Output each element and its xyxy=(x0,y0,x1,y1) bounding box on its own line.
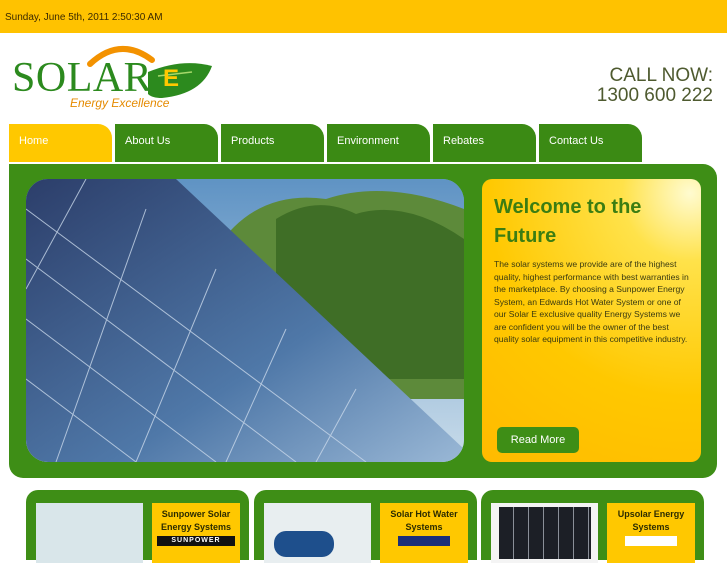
call-now[interactable]: CALL NOW: 1300 600 222 xyxy=(597,66,713,106)
product-card-hot-water[interactable]: Solar Hot Water Systems xyxy=(254,490,477,563)
nav-home[interactable]: Home xyxy=(9,124,112,162)
nav-products[interactable]: Products xyxy=(221,124,324,162)
product-label-text: Upsolar Energy Systems xyxy=(617,509,685,532)
product-label[interactable]: Sunpower Solar Energy Systems SUNPOWER xyxy=(152,503,240,563)
logo-letter: E xyxy=(163,65,180,92)
nav-contact-us[interactable]: Contact Us xyxy=(539,124,642,162)
main-nav: Home About Us Products Environment Rebat… xyxy=(9,124,642,162)
upsolar-image xyxy=(491,503,598,563)
solar-e-logo[interactable]: SOLAR E Energy Excellence xyxy=(12,42,217,114)
nav-about-us[interactable]: About Us xyxy=(115,124,218,162)
welcome-box: Welcome to the Future The solar systems … xyxy=(482,179,701,462)
read-more-button[interactable]: Read More xyxy=(497,427,579,453)
phone-number[interactable]: 1300 600 222 xyxy=(597,86,713,106)
logo-tagline: Energy Excellence xyxy=(70,96,170,110)
product-label[interactable]: Solar Hot Water Systems xyxy=(380,503,468,563)
logo-wordmark: SOLAR xyxy=(12,55,153,101)
welcome-text: The solar systems we provide are of the … xyxy=(494,259,689,344)
top-bar: Sunday, June 5th, 2011 2:50:30 AM xyxy=(0,0,727,33)
call-now-label: CALL NOW: xyxy=(609,65,713,86)
hot-water-image xyxy=(264,503,371,563)
water-tank-icon xyxy=(274,531,334,557)
solar-panel-image xyxy=(26,179,464,462)
nav-environment[interactable]: Environment xyxy=(327,124,430,162)
date-time: Sunday, June 5th, 2011 2:50:30 AM xyxy=(5,12,163,23)
sunpower-image xyxy=(36,503,143,563)
panel-icon xyxy=(499,507,591,559)
product-label-text: Solar Hot Water Systems xyxy=(390,509,458,532)
product-label-text: Sunpower Solar Energy Systems xyxy=(160,509,232,532)
product-card-sunpower[interactable]: Sunpower Solar Energy Systems SUNPOWER xyxy=(26,490,249,563)
product-card-upsolar[interactable]: Upsolar Energy Systems xyxy=(481,490,704,563)
product-label[interactable]: Upsolar Energy Systems xyxy=(607,503,695,563)
nav-rebates[interactable]: Rebates xyxy=(433,124,536,162)
welcome-title: Welcome to the Future xyxy=(494,196,642,247)
